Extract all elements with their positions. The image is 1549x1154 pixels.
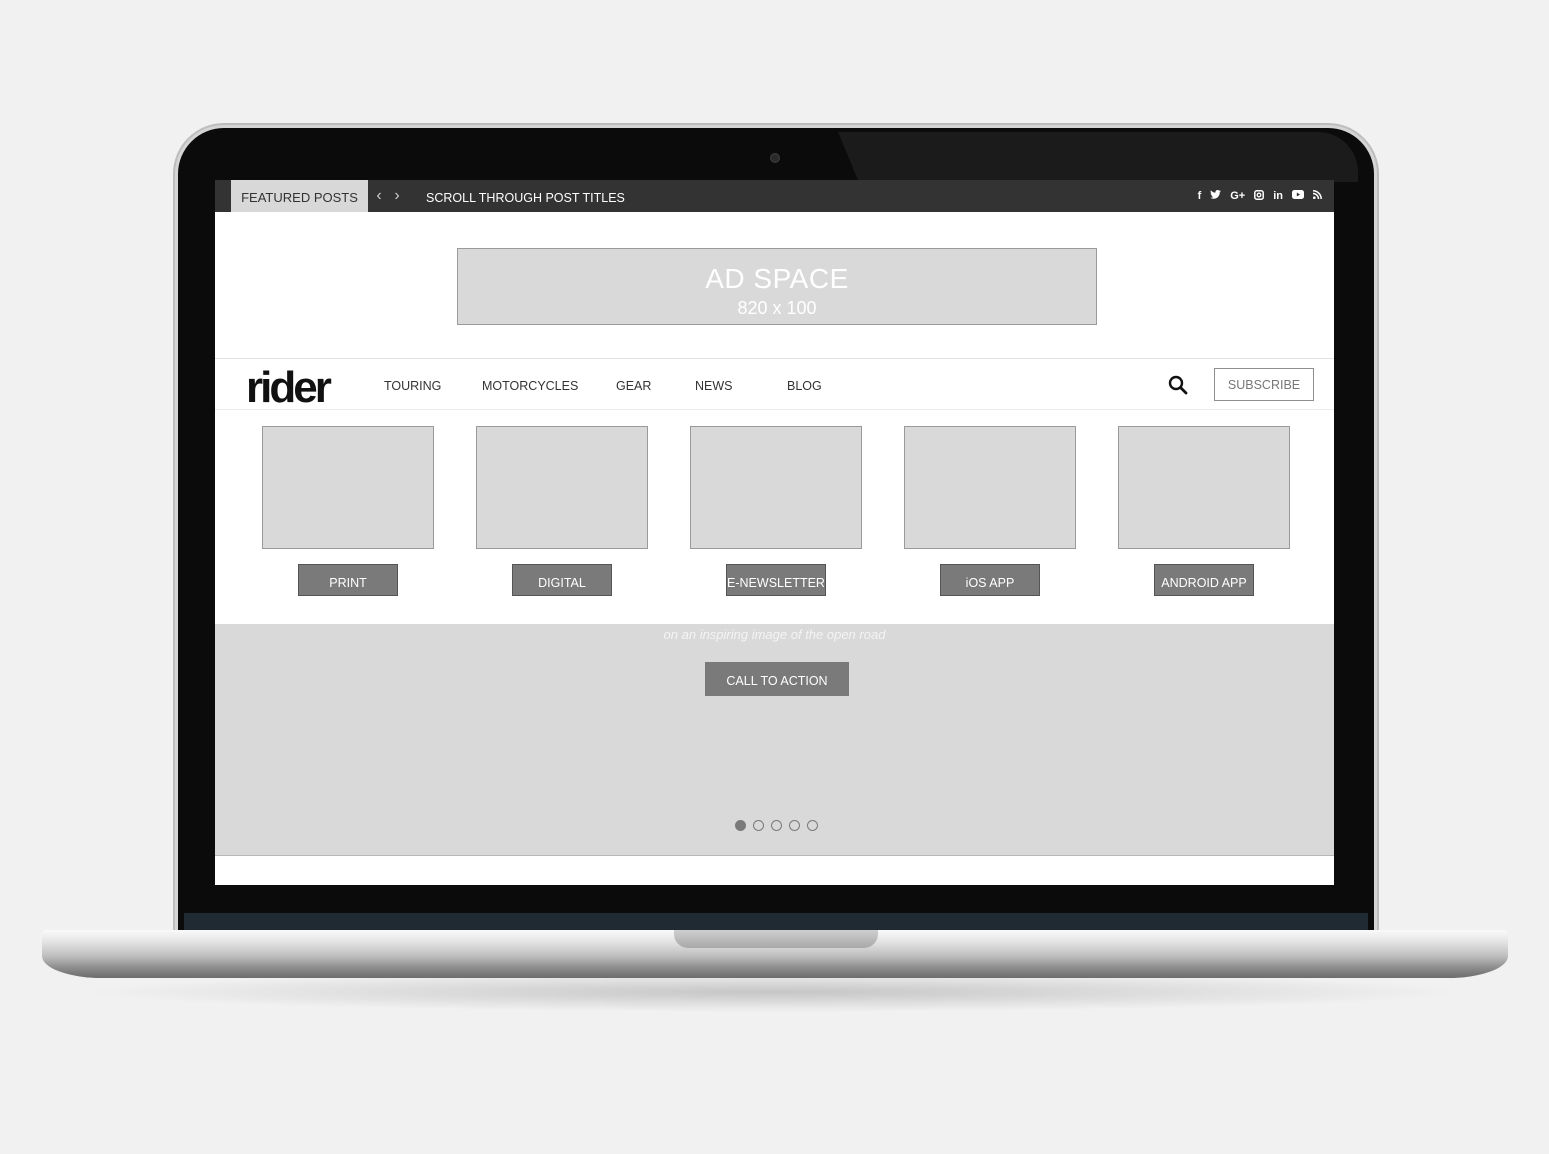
facebook-icon[interactable]: f (1198, 190, 1202, 202)
slider-dot[interactable] (807, 820, 818, 831)
nav-item-touring[interactable]: TOURING (384, 379, 441, 393)
slider-dot[interactable] (735, 820, 746, 831)
nav-divider-top (215, 358, 1334, 359)
laptop-hinge (184, 913, 1368, 930)
android-app-button[interactable]: ANDROID APP (1154, 564, 1254, 596)
ad-size: 820 x 100 (737, 298, 817, 318)
laptop-shadow (80, 972, 1470, 1012)
call-to-action-button[interactable]: CALL TO ACTION (705, 662, 849, 696)
slider-dot[interactable] (789, 820, 800, 831)
product-image-print[interactable] (262, 426, 434, 549)
product-image-enewsletter[interactable] (690, 426, 862, 549)
featured-posts-label[interactable]: FEATURED POSTS (231, 180, 368, 212)
print-button[interactable]: PRINT (298, 564, 398, 596)
youtube-icon[interactable] (1292, 190, 1304, 202)
camera (770, 153, 780, 163)
search-icon[interactable] (1168, 375, 1188, 395)
nav-item-motorcycles[interactable]: MOTORCYCLES (482, 379, 578, 393)
linkedin-icon[interactable]: in (1273, 190, 1283, 202)
product-image-ios[interactable] (904, 426, 1076, 549)
social-links: f G+ in (1198, 180, 1322, 212)
laptop-notch (674, 930, 878, 948)
ad-space[interactable]: AD SPACE 820 x 100 (457, 248, 1097, 325)
rss-icon[interactable] (1312, 190, 1322, 202)
chevron-left-icon[interactable]: ‹ (373, 187, 385, 205)
featured-posts-bar: FEATURED POSTS ‹ › SCROLL THROUGH POST T… (215, 180, 1334, 212)
chevron-right-icon[interactable]: › (391, 187, 403, 205)
post-arrows: ‹ › (373, 180, 403, 212)
website-screen: FEATURED POSTS ‹ › SCROLL THROUGH POST T… (215, 180, 1334, 885)
digital-button[interactable]: DIGITAL (512, 564, 612, 596)
product-image-android[interactable] (1118, 426, 1290, 549)
ad-title: AD SPACE (705, 263, 849, 294)
nav-item-blog[interactable]: BLOG (787, 379, 822, 393)
nav-item-news[interactable]: NEWS (695, 379, 733, 393)
nav-divider-bottom (215, 409, 1334, 410)
subscribe-button[interactable]: SUBSCRIBE (1214, 368, 1314, 401)
slider-dots (735, 820, 818, 831)
hero-caption: on an inspiring image of the open road (663, 627, 886, 642)
nav-item-gear[interactable]: GEAR (616, 379, 651, 393)
slider-dot[interactable] (753, 820, 764, 831)
instagram-icon[interactable] (1254, 189, 1265, 203)
google-plus-icon[interactable]: G+ (1230, 190, 1245, 202)
slider-dot[interactable] (771, 820, 782, 831)
lid-glare (838, 132, 1358, 182)
product-image-digital[interactable] (476, 426, 648, 549)
hero-banner: on an inspiring image of the open road C… (215, 624, 1334, 856)
rider-logo[interactable]: rider (246, 363, 332, 413)
ios-app-button[interactable]: iOS APP (940, 564, 1040, 596)
post-title-ticker[interactable]: SCROLL THROUGH POST TITLES (426, 180, 625, 216)
enewsletter-button[interactable]: E-NEWSLETTER (726, 564, 826, 596)
twitter-icon[interactable] (1210, 190, 1222, 202)
